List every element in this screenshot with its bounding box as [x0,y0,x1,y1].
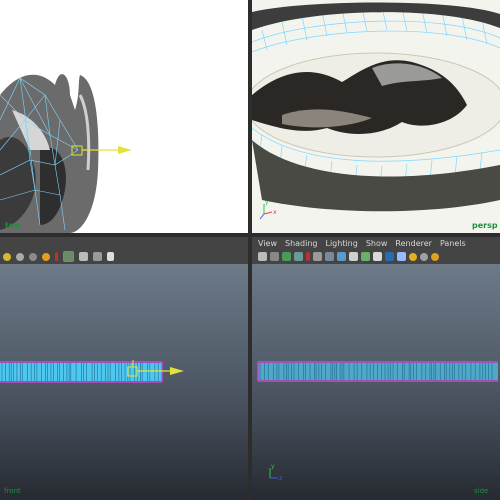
panel-toolbar-side [252,249,500,264]
gate-mask-icon[interactable] [349,252,358,261]
maya-four-view-layout: top y x persp View Shading Lighting Show… [0,0,500,500]
film-gate-icon[interactable] [325,252,334,261]
flat-shade-icon[interactable] [29,252,37,261]
side-viewport[interactable]: y z side [252,264,500,500]
top-viewport-canvas: top [0,74,132,233]
smooth-shade-icon[interactable] [420,252,428,261]
bookmark-icon[interactable] [282,252,291,261]
wireframe-on-shaded-icon[interactable] [397,252,406,261]
panel-menubar-side: View Shading Lighting Show Renderer Pane… [252,237,500,249]
camera-label: top [5,221,20,230]
svg-text:z: z [279,475,282,482]
persp-viewport[interactable]: y x persp [252,0,500,233]
display-text-icon[interactable] [373,252,382,261]
wireframe-icon[interactable] [93,252,102,261]
svg-text:y: y [265,199,269,206]
separator-icon [55,252,58,261]
xray-icon[interactable] [385,252,394,261]
front-viewport-canvas: front [0,360,184,495]
svg-text:x: x [273,209,277,216]
top-viewport[interactable]: top [0,0,248,233]
menu-shading[interactable]: Shading [285,239,318,248]
svg-text:y: y [271,463,275,470]
separator-icon [306,252,310,261]
image-plane-icon[interactable] [294,252,303,261]
panel-menubar-front [0,237,248,249]
view-axis-triad: y z [269,463,282,482]
grid-icon[interactable] [313,252,322,261]
side-viewport-canvas: y z side [257,361,498,495]
menu-view[interactable]: View [258,239,277,248]
textured-icon[interactable] [361,252,370,261]
smooth-shade-icon[interactable] [16,252,24,261]
shadows-icon[interactable] [42,252,50,261]
menu-lighting[interactable]: Lighting [325,239,357,248]
panel-toolbar-front [0,249,248,264]
camera-label: front [4,487,21,495]
lights-icon[interactable] [3,252,11,261]
shadows-icon[interactable] [431,252,439,261]
lock-icon[interactable] [270,252,279,261]
mesh-side-strip [257,361,498,382]
mesh-front-strip [0,361,163,383]
persp-viewport-canvas: y x persp [252,2,500,230]
menu-show[interactable]: Show [366,239,388,248]
front-viewport[interactable]: front [0,264,248,500]
select-camera-icon[interactable] [258,252,267,261]
menu-panels[interactable]: Panels [440,239,466,248]
menu-renderer[interactable]: Renderer [395,239,432,248]
camera-label: side [474,487,488,495]
rim-texture [252,2,500,30]
select-camera-icon[interactable] [107,252,114,261]
camera-label: persp [472,221,498,230]
lights-icon[interactable] [409,252,417,261]
xray-icon[interactable] [79,252,88,261]
isolate-icon[interactable] [63,251,74,262]
plate-mesh [252,52,500,158]
resolution-gate-icon[interactable] [337,252,346,261]
mesh-silhouette [0,74,99,233]
